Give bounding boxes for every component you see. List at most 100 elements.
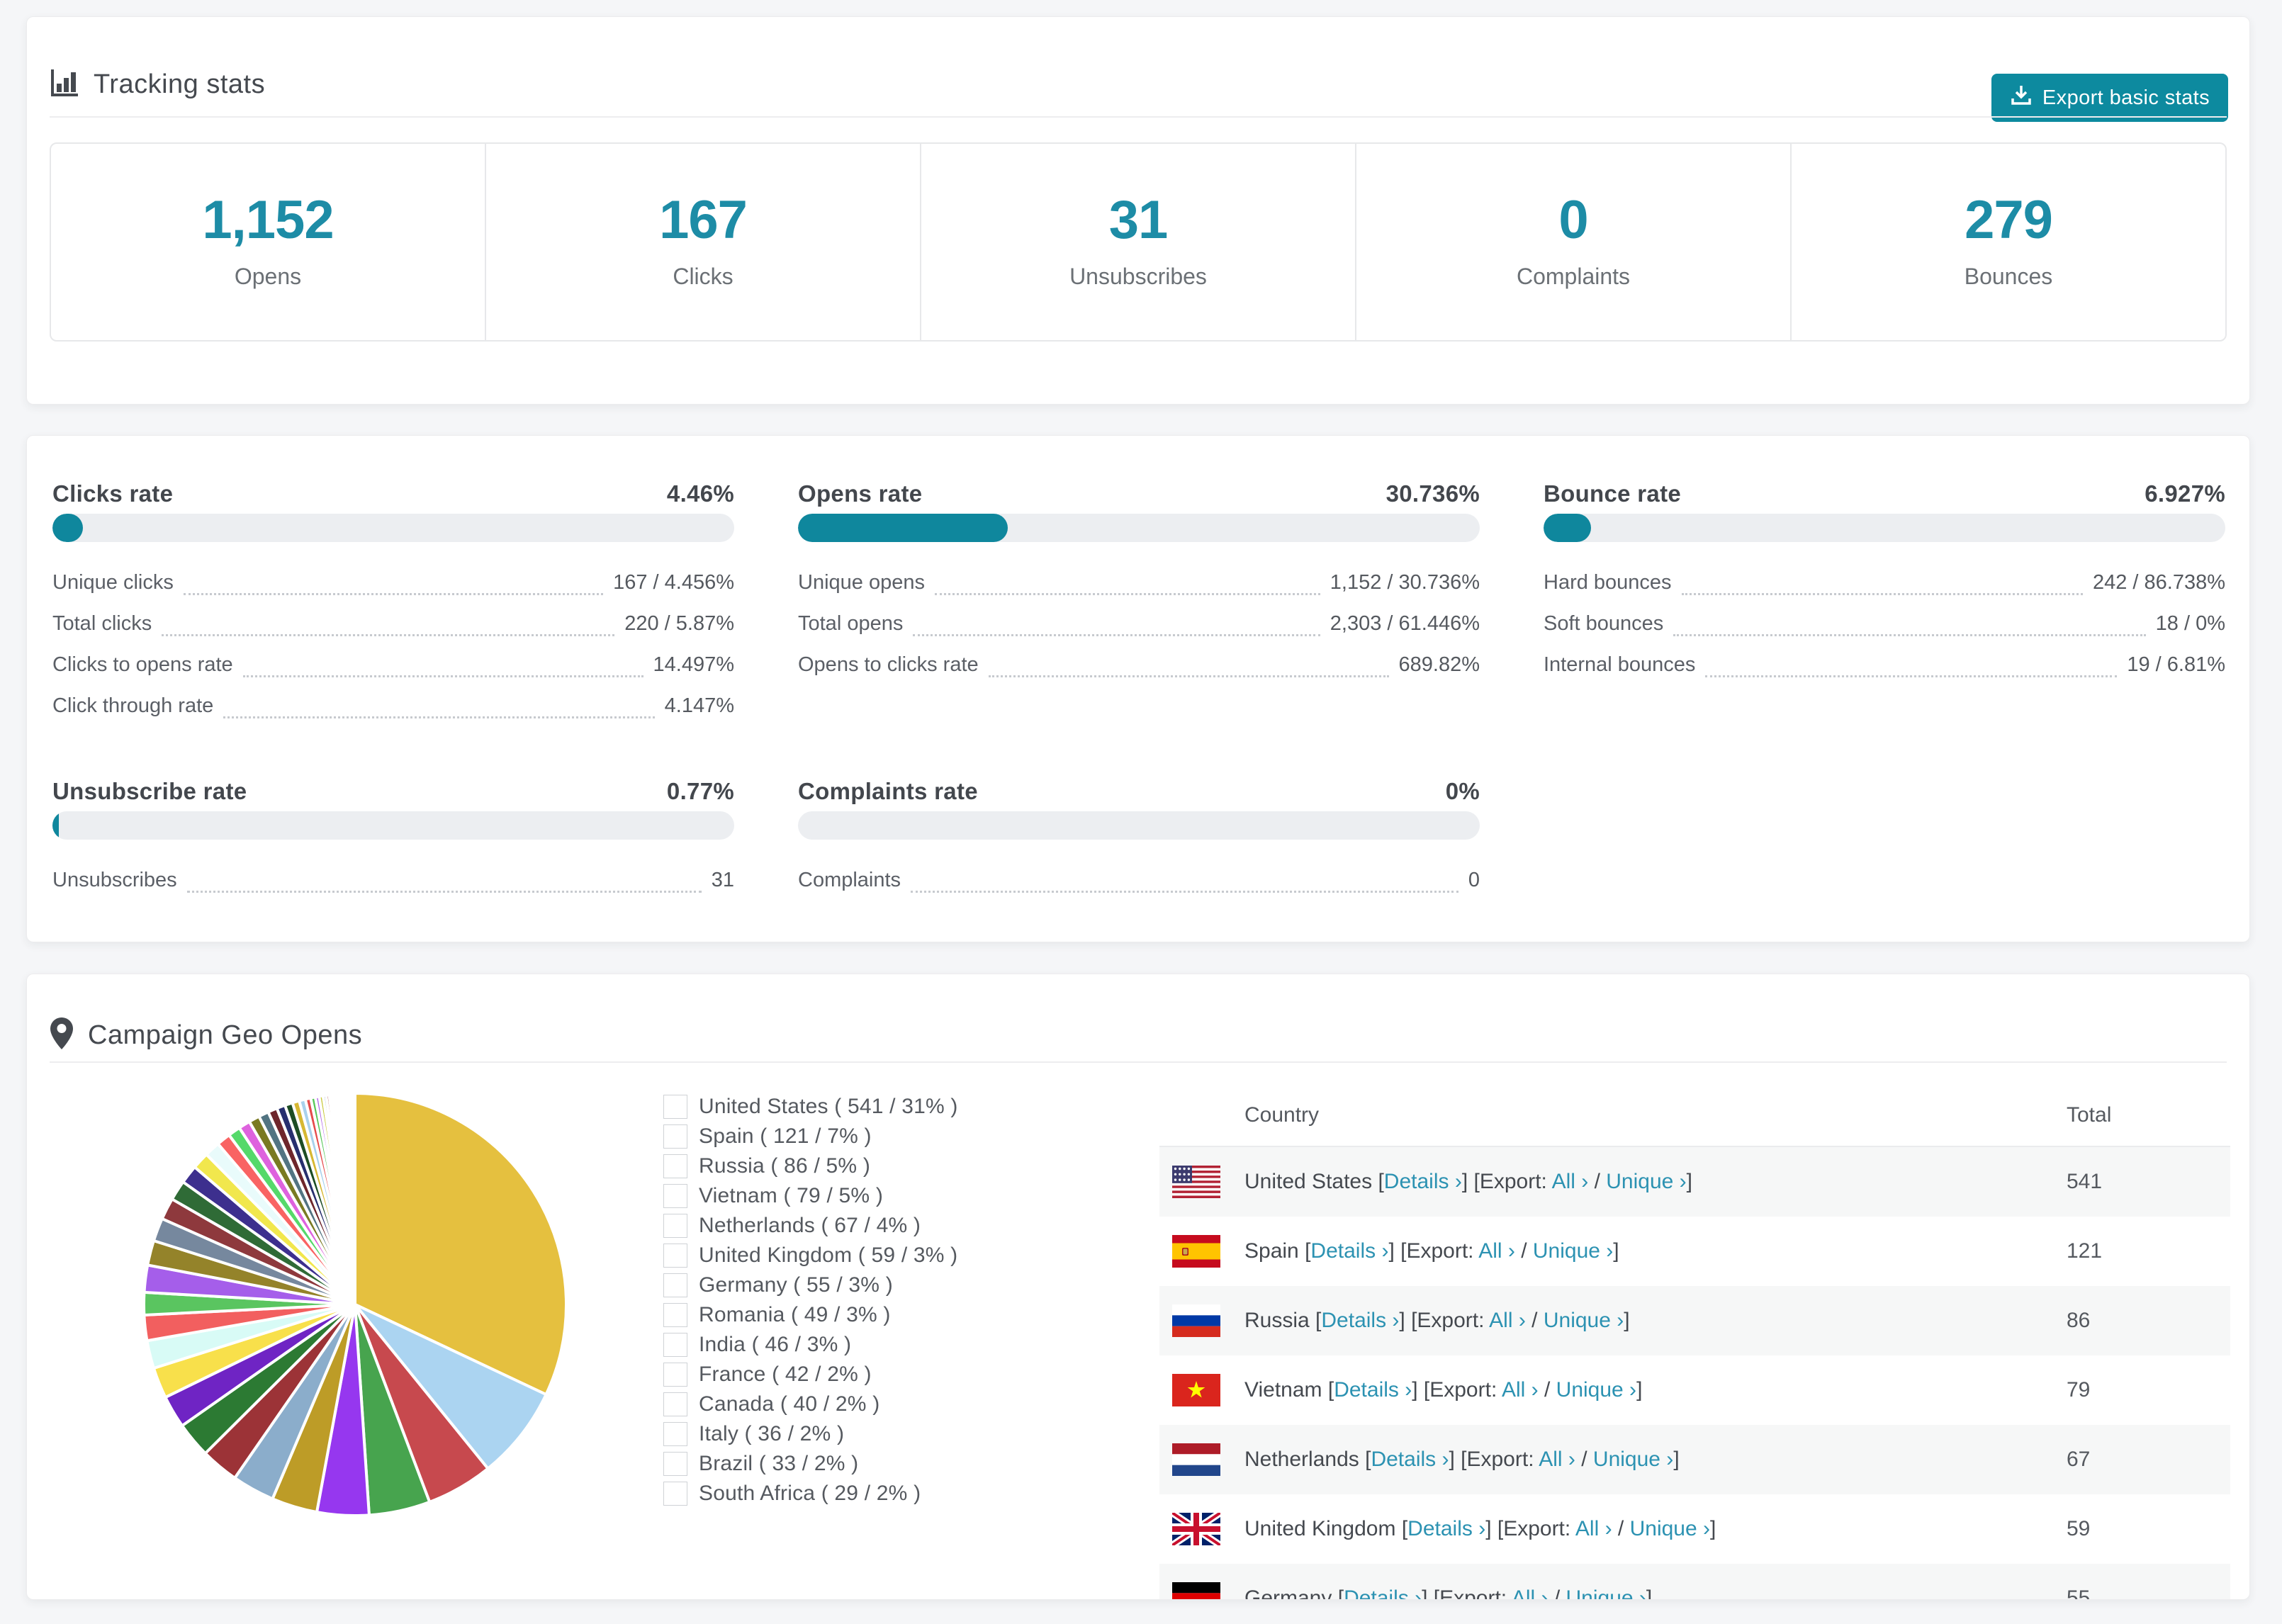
rate-title: Opens rate (798, 480, 923, 507)
metric-value: 689.82% (1398, 653, 1480, 676)
flag-nl-icon (1172, 1443, 1220, 1476)
stat-value: 279 (1965, 189, 2053, 250)
export-unique-link[interactable]: Unique › (1556, 1378, 1636, 1402)
metric-label: Unique clicks (52, 571, 174, 594)
pie-slice-other[interactable] (352, 1091, 356, 1305)
export-unique-link[interactable]: Unique › (1606, 1170, 1686, 1193)
metric-label: Internal bounces (1544, 653, 1696, 676)
country-name: Germany (1244, 1586, 1332, 1600)
legend-label: Brazil ( 33 / 2% ) (699, 1452, 859, 1475)
details-link[interactable]: Details › (1310, 1239, 1388, 1263)
legend-swatch (663, 1273, 687, 1297)
export-unique-link[interactable]: Unique › (1533, 1239, 1613, 1263)
rate-title: Complaints rate (798, 778, 978, 804)
table-row-united-states: United States [Details ›] [Export: All ›… (1159, 1147, 2230, 1217)
metric-value: 220 / 5.87% (624, 612, 734, 635)
rate-block-complaints-rate: Complaints rate 0% Complaints 0 (798, 776, 1480, 901)
metric-row: Soft bounces 18 / 0% (1544, 603, 2225, 644)
country-name: Netherlands (1244, 1448, 1359, 1471)
rate-block-clicks-rate: Clicks rate 4.46% Unique clicks 167 / 4.456… (52, 478, 734, 726)
export-basic-stats-button[interactable]: Export basic stats (1991, 74, 2228, 122)
export-unique-link[interactable]: Unique › (1544, 1309, 1624, 1332)
legend-item-netherlands[interactable]: Netherlands ( 67 / 4% ) (663, 1211, 958, 1241)
metric-row: Internal bounces 19 / 6.81% (1544, 644, 2225, 685)
legend-item-russia[interactable]: Russia ( 86 / 5% ) (663, 1151, 958, 1181)
details-link[interactable]: Details › (1334, 1378, 1412, 1402)
export-all-link[interactable]: All › (1539, 1448, 1575, 1471)
stat-label: Complaints (1516, 263, 1631, 289)
dotted-leader (934, 562, 1320, 595)
metric-value: 2,303 / 61.446% (1330, 612, 1480, 635)
details-link[interactable]: Details › (1321, 1309, 1399, 1332)
rate-block-opens-rate: Opens rate 30.736% Unique opens 1,152 / 30.… (798, 478, 1480, 685)
export-all-link[interactable]: All › (1502, 1378, 1539, 1402)
rate-progress-fill (1544, 514, 1591, 542)
export-all-link[interactable]: All › (1575, 1517, 1612, 1540)
details-link[interactable]: Details › (1407, 1517, 1485, 1540)
rate-progress-fill (52, 514, 83, 542)
metric-row: Unique clicks 167 / 4.456% (52, 562, 734, 603)
country-name: Russia (1244, 1309, 1310, 1332)
rate-progress-fill (52, 811, 59, 840)
stat-label: Opens (234, 263, 302, 289)
stat-box-opens: 1,152 Opens (51, 144, 485, 340)
legend-item-united-kingdom[interactable]: United Kingdom ( 59 / 3% ) (663, 1241, 958, 1270)
legend-item-united-states[interactable]: United States ( 541 / 31% ) (663, 1092, 958, 1122)
flag-es-icon (1172, 1235, 1220, 1268)
metric-value: 18 / 0% (2155, 612, 2225, 635)
legend-item-italy[interactable]: Italy ( 36 / 2% ) (663, 1419, 958, 1449)
legend-item-brazil[interactable]: Brazil ( 33 / 2% ) (663, 1449, 958, 1479)
summary-stats-group: 1,152 Opens 167 Clicks 31 Unsubscribes 0 Compla… (50, 142, 2227, 342)
legend-item-romania[interactable]: Romania ( 49 / 3% ) (663, 1300, 958, 1330)
country-total: 59 (2067, 1517, 2091, 1540)
rate-progress-bar (798, 514, 1480, 542)
export-unique-link[interactable]: Unique › (1630, 1517, 1710, 1540)
rate-title: Clicks rate (52, 480, 174, 507)
details-link[interactable]: Details › (1344, 1586, 1422, 1599)
metric-value: 14.497% (653, 653, 735, 676)
campaign-geo-opens-card: Campaign Geo Opens United States ( 541 /… (26, 974, 2250, 1600)
legend-label: Italy ( 36 / 2% ) (699, 1422, 845, 1445)
table-row-germany: Germany [Details ›] [Export: All › / Uni… (1159, 1564, 2230, 1600)
rate-progress-bar (52, 811, 734, 840)
map-pin-icon (50, 1017, 74, 1054)
export-all-link[interactable]: All › (1478, 1239, 1515, 1263)
legend-item-canada[interactable]: Canada ( 40 / 2% ) (663, 1389, 958, 1419)
table-row-vietnam: Vietnam [Details ›] [Export: All › / Uni… (1159, 1355, 2230, 1425)
export-unique-link[interactable]: Unique › (1566, 1586, 1646, 1599)
legend-item-vietnam[interactable]: Vietnam ( 79 / 5% ) (663, 1181, 958, 1211)
legend-swatch (663, 1422, 687, 1446)
geo-opens-pie-chart[interactable] (112, 1073, 580, 1541)
metric-row: Total clicks 220 / 5.87% (52, 603, 734, 644)
export-unique-link[interactable]: Unique › (1593, 1448, 1673, 1471)
stat-box-bounces: 279 Bounces (1790, 144, 2225, 340)
metric-value: 19 / 6.81% (2127, 653, 2225, 676)
metric-label: Complaints (798, 869, 901, 891)
legend-item-france[interactable]: France ( 42 / 2% ) (663, 1360, 958, 1389)
metric-row: Unsubscribes 31 (52, 859, 734, 901)
details-link[interactable]: Details › (1371, 1448, 1449, 1471)
dotted-leader (913, 603, 1320, 636)
legend-item-india[interactable]: India ( 46 / 3% ) (663, 1330, 958, 1360)
legend-item-south-africa[interactable]: South Africa ( 29 / 2% ) (663, 1479, 958, 1509)
legend-label: United Kingdom ( 59 / 3% ) (699, 1244, 958, 1267)
export-all-link[interactable]: All › (1552, 1170, 1589, 1193)
metric-label: Soft bounces (1544, 612, 1664, 635)
metric-label: Unsubscribes (52, 869, 177, 891)
export-all-link[interactable]: All › (1512, 1586, 1548, 1599)
legend-item-germany[interactable]: Germany ( 55 / 3% ) (663, 1270, 958, 1300)
rate-title: Unsubscribe rate (52, 778, 247, 804)
export-button-label: Export basic stats (2042, 86, 2210, 109)
details-link[interactable]: Details › (1384, 1170, 1462, 1193)
legend-item-spain[interactable]: Spain ( 121 / 7% ) (663, 1122, 958, 1151)
legend-label: India ( 46 / 3% ) (699, 1333, 852, 1356)
legend-label: Vietnam ( 79 / 5% ) (699, 1184, 884, 1207)
stat-box-clicks: 167 Clicks (485, 144, 920, 340)
rate-block-bounce-rate: Bounce rate 6.927% Hard bounces 242 / 86.73… (1544, 478, 2225, 685)
export-all-link[interactable]: All › (1489, 1309, 1526, 1332)
legend-label: Canada ( 40 / 2% ) (699, 1392, 880, 1416)
stat-value: 167 (659, 189, 748, 250)
country-total: 67 (2067, 1448, 2091, 1471)
metric-row: Unique opens 1,152 / 30.736% (798, 562, 1480, 603)
stat-label: Clicks (673, 263, 734, 289)
